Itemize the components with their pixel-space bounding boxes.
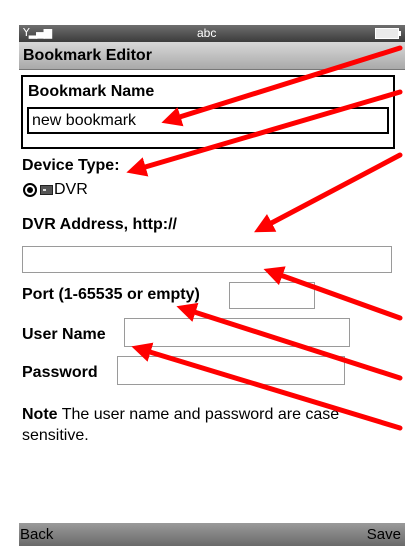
bookmark-name-group: Bookmark Name new bookmark — [21, 75, 395, 149]
softkey-bar: Back Save — [19, 523, 405, 546]
input-mode-indicator: abc — [197, 26, 217, 40]
back-softkey[interactable]: Back — [20, 526, 53, 543]
note-body: The user name and password are case sens… — [22, 406, 340, 444]
user-name-label: User Name — [22, 326, 106, 343]
status-bar: Y▂▄▆ abc — [19, 25, 405, 42]
dvr-address-input[interactable] — [22, 246, 392, 273]
port-input[interactable] — [229, 282, 315, 309]
page-title: Bookmark Editor — [19, 42, 405, 70]
password-input[interactable] — [117, 356, 345, 385]
signal-strength-icon: Y▂▄▆ — [23, 26, 52, 39]
dvr-icon — [40, 185, 53, 195]
bookmark-name-input[interactable]: new bookmark — [27, 107, 389, 134]
user-name-input[interactable] — [124, 318, 350, 347]
battery-icon — [375, 28, 401, 39]
dvr-address-label: DVR Address, http:// — [22, 216, 177, 233]
bookmark-form: Bookmark Name new bookmark Device Type: … — [19, 71, 405, 537]
device-type-radio-dvr[interactable] — [23, 183, 37, 197]
note-label: Note — [22, 406, 58, 423]
port-label: Port (1-65535 or empty) — [22, 286, 200, 303]
bookmark-name-label: Bookmark Name — [28, 83, 155, 100]
device-type-option-label[interactable]: DVR — [54, 181, 88, 199]
device-type-label: Device Type: — [22, 157, 120, 174]
save-softkey[interactable]: Save — [367, 526, 401, 543]
screen: Y▂▄▆ abc Bookmark Editor Bookmark Name n… — [19, 25, 405, 546]
password-label: Password — [22, 364, 98, 381]
note-text: Note The user name and password are case… — [22, 404, 392, 446]
phone-screen-frame: Y▂▄▆ abc Bookmark Editor Bookmark Name n… — [0, 0, 406, 546]
